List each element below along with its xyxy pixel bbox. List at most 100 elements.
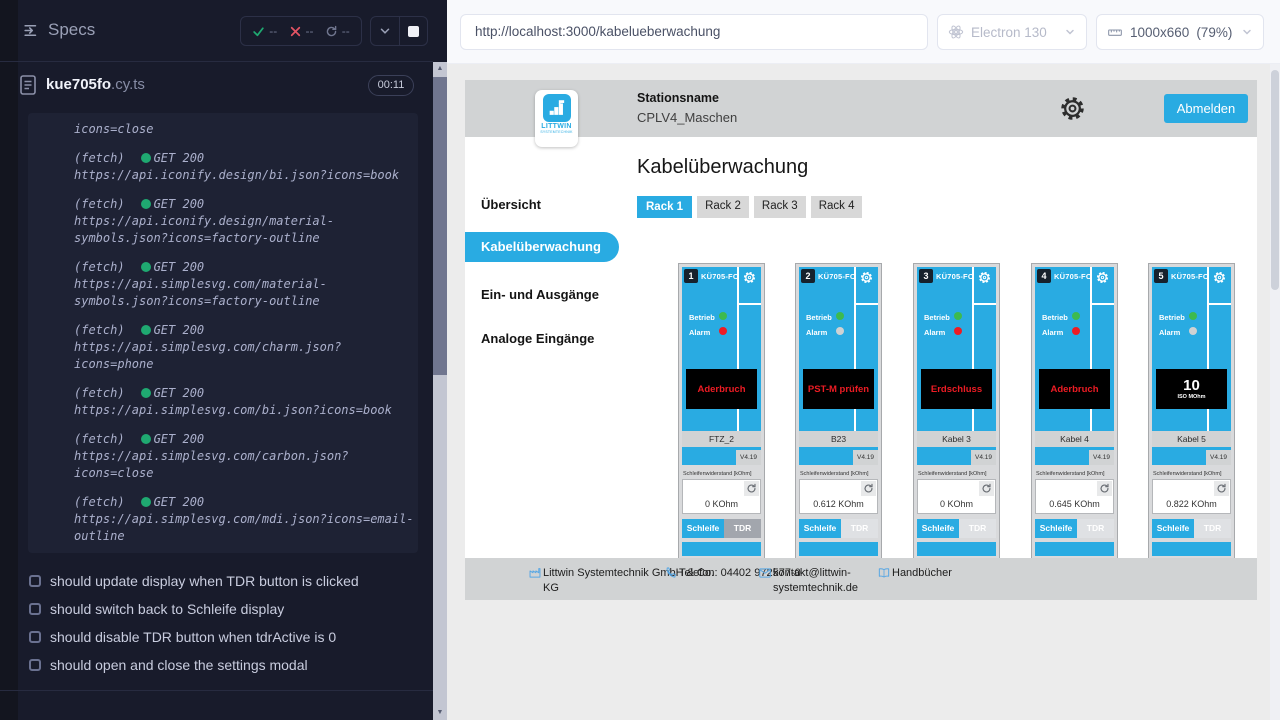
- device-front-panel: 3KÜ705-FOBetriebAlarmErdschlussKabel 3V4…: [917, 267, 996, 465]
- request-url: https://api.simplesvg.com/material-symbo…: [74, 276, 416, 310]
- alarm-label: Alarm: [1042, 328, 1063, 337]
- spec-timer: 00:11: [368, 75, 414, 96]
- display-status-text: PST-M prüfen: [808, 384, 869, 395]
- alarm-indicator: Alarm: [806, 328, 827, 337]
- refresh-icon[interactable]: [979, 481, 994, 496]
- chevron-down-icon: [1064, 26, 1076, 38]
- url-bar[interactable]: http://localhost:3000/kabelueberwachung: [460, 14, 928, 50]
- log-request-line: (fetch)GET 200: [74, 322, 416, 339]
- runner-divider: [0, 690, 433, 691]
- nav-item-ein-und-ausgaenge[interactable]: Ein- und Ausgänge: [481, 287, 599, 302]
- card-settings-gear-icon[interactable]: [743, 271, 756, 284]
- alarm-label: Alarm: [924, 328, 945, 337]
- card-settings-gear-icon[interactable]: [1096, 271, 1109, 284]
- specs-menu-icon[interactable]: [22, 21, 41, 40]
- stop-button[interactable]: [399, 17, 428, 45]
- request-status: GET 200: [154, 197, 205, 211]
- schleife-button[interactable]: Schleife: [917, 519, 959, 538]
- schleife-button[interactable]: Schleife: [799, 519, 841, 538]
- runner-scrollbar[interactable]: ▲ ▼: [433, 62, 447, 720]
- tdr-button[interactable]: TDR: [841, 519, 878, 538]
- tdr-button[interactable]: TDR: [724, 519, 761, 538]
- device-model: KÜ705-FO: [936, 272, 974, 281]
- log-entry: icons=close: [74, 121, 416, 138]
- runner-toolbar: http://localhost:3000/kabelueberwachung …: [447, 0, 1280, 64]
- success-dot-icon: [141, 325, 151, 335]
- station-label: Stationsname: [637, 91, 719, 105]
- test-item[interactable]: should update display when TDR button is…: [0, 570, 433, 598]
- success-dot-icon: [141, 153, 151, 163]
- scroll-down-arrow-icon[interactable]: ▼: [433, 706, 447, 720]
- nav-item-analoge-eingaenge[interactable]: Analoge Eingänge: [481, 331, 594, 346]
- nav-item-kabelueberwachung[interactable]: Kabelüberwachung: [465, 232, 619, 262]
- settings-gear-icon[interactable]: [1059, 95, 1086, 122]
- test-item[interactable]: should open and close the settings modal: [0, 654, 433, 682]
- status-display: Erdschluss: [921, 369, 992, 409]
- schleife-button[interactable]: Schleife: [1035, 519, 1077, 538]
- resistance-display: 0 KOhm: [682, 479, 761, 514]
- book-icon: [877, 566, 891, 580]
- runner-scrollbar-thumb[interactable]: [433, 77, 447, 375]
- app-header: Stationsname CPLV4_Maschen Abmelden: [465, 80, 1257, 137]
- resistance-label: Schleifenwiderstand [kOhm]: [683, 471, 761, 477]
- tdr-button[interactable]: TDR: [1077, 519, 1114, 538]
- refresh-icon[interactable]: [1097, 481, 1112, 496]
- app-scrollbar[interactable]: [1270, 64, 1280, 720]
- betrieb-label: Betrieb: [806, 313, 832, 322]
- panel-divider: [1092, 303, 1114, 305]
- display-status-text: Aderbruch: [1050, 384, 1098, 395]
- resistance-value: 0.612 KOhm: [800, 499, 877, 509]
- request-url: https://api.simplesvg.com/mdi.json?​icon…: [74, 511, 416, 545]
- slot-number: 1: [684, 269, 698, 283]
- display-reading-unit: ISO MOhm: [1177, 394, 1205, 400]
- request-status: GET 200: [154, 386, 205, 400]
- channel-name: Kabel 4: [1035, 431, 1114, 447]
- card-lower-section: [799, 542, 878, 556]
- panel-divider: [739, 303, 761, 305]
- tdr-button[interactable]: TDR: [1194, 519, 1231, 538]
- log-request-line: (fetch)GET 200: [74, 196, 416, 213]
- tab-rack-1[interactable]: Rack 1: [637, 196, 692, 218]
- card-settings-gear-icon[interactable]: [978, 271, 991, 284]
- channel-name: Kabel 3: [917, 431, 996, 447]
- test-item[interactable]: should disable TDR button when tdrActive…: [0, 626, 433, 654]
- spec-row[interactable]: kue705fo.cy.ts 00:11: [0, 62, 433, 108]
- x-icon: [289, 25, 302, 38]
- spec-file-icon: [20, 75, 36, 95]
- refresh-icon[interactable]: [861, 481, 876, 496]
- test-item[interactable]: should switch back to Schleife display: [0, 598, 433, 626]
- alarm-led: [1189, 327, 1197, 335]
- firmware-version: V4.19: [853, 450, 878, 465]
- refresh-icon[interactable]: [744, 481, 759, 496]
- scroll-up-arrow-icon[interactable]: ▲: [433, 62, 447, 76]
- collapse-chevron-button[interactable]: [371, 17, 399, 45]
- spec-extension: .cy.ts: [111, 76, 145, 93]
- viewport-size-label: 1000x660: [1130, 25, 1189, 40]
- stat-value: --: [306, 24, 314, 38]
- resistance-label: Schleifenwiderstand [kOhm]: [918, 471, 996, 477]
- viewport-size-select[interactable]: 1000x660 (79%): [1096, 14, 1264, 50]
- alarm-led: [954, 327, 962, 335]
- tab-rack-2[interactable]: Rack 2: [697, 196, 749, 218]
- tdr-button[interactable]: TDR: [959, 519, 996, 538]
- firmware-version: V4.19: [971, 450, 996, 465]
- schleife-button[interactable]: Schleife: [1152, 519, 1194, 538]
- card-settings-gear-icon[interactable]: [860, 271, 873, 284]
- tab-rack-4[interactable]: Rack 4: [811, 196, 863, 218]
- app-scrollbar-thumb[interactable]: [1271, 70, 1279, 290]
- browser-select[interactable]: Electron 130: [937, 14, 1087, 50]
- device-model: KÜ705-FO: [1054, 272, 1092, 281]
- schleife-button[interactable]: Schleife: [682, 519, 724, 538]
- phone-icon: [664, 566, 678, 580]
- email-icon: [758, 566, 772, 580]
- logo-text: LITTWIN: [535, 123, 578, 130]
- log-request-line: (fetch)GET 200: [74, 150, 416, 167]
- nav-item-uebersicht[interactable]: Übersicht: [481, 197, 541, 212]
- littwin-logo: LITTWIN SYSTEMTECHNIK: [535, 90, 578, 147]
- tab-rack-3[interactable]: Rack 3: [754, 196, 806, 218]
- alarm-indicator: Alarm: [689, 328, 710, 337]
- resistance-value: 0.822 KOhm: [1153, 499, 1230, 509]
- card-settings-gear-icon[interactable]: [1213, 271, 1226, 284]
- logout-button[interactable]: Abmelden: [1164, 94, 1248, 123]
- refresh-icon[interactable]: [1214, 481, 1229, 496]
